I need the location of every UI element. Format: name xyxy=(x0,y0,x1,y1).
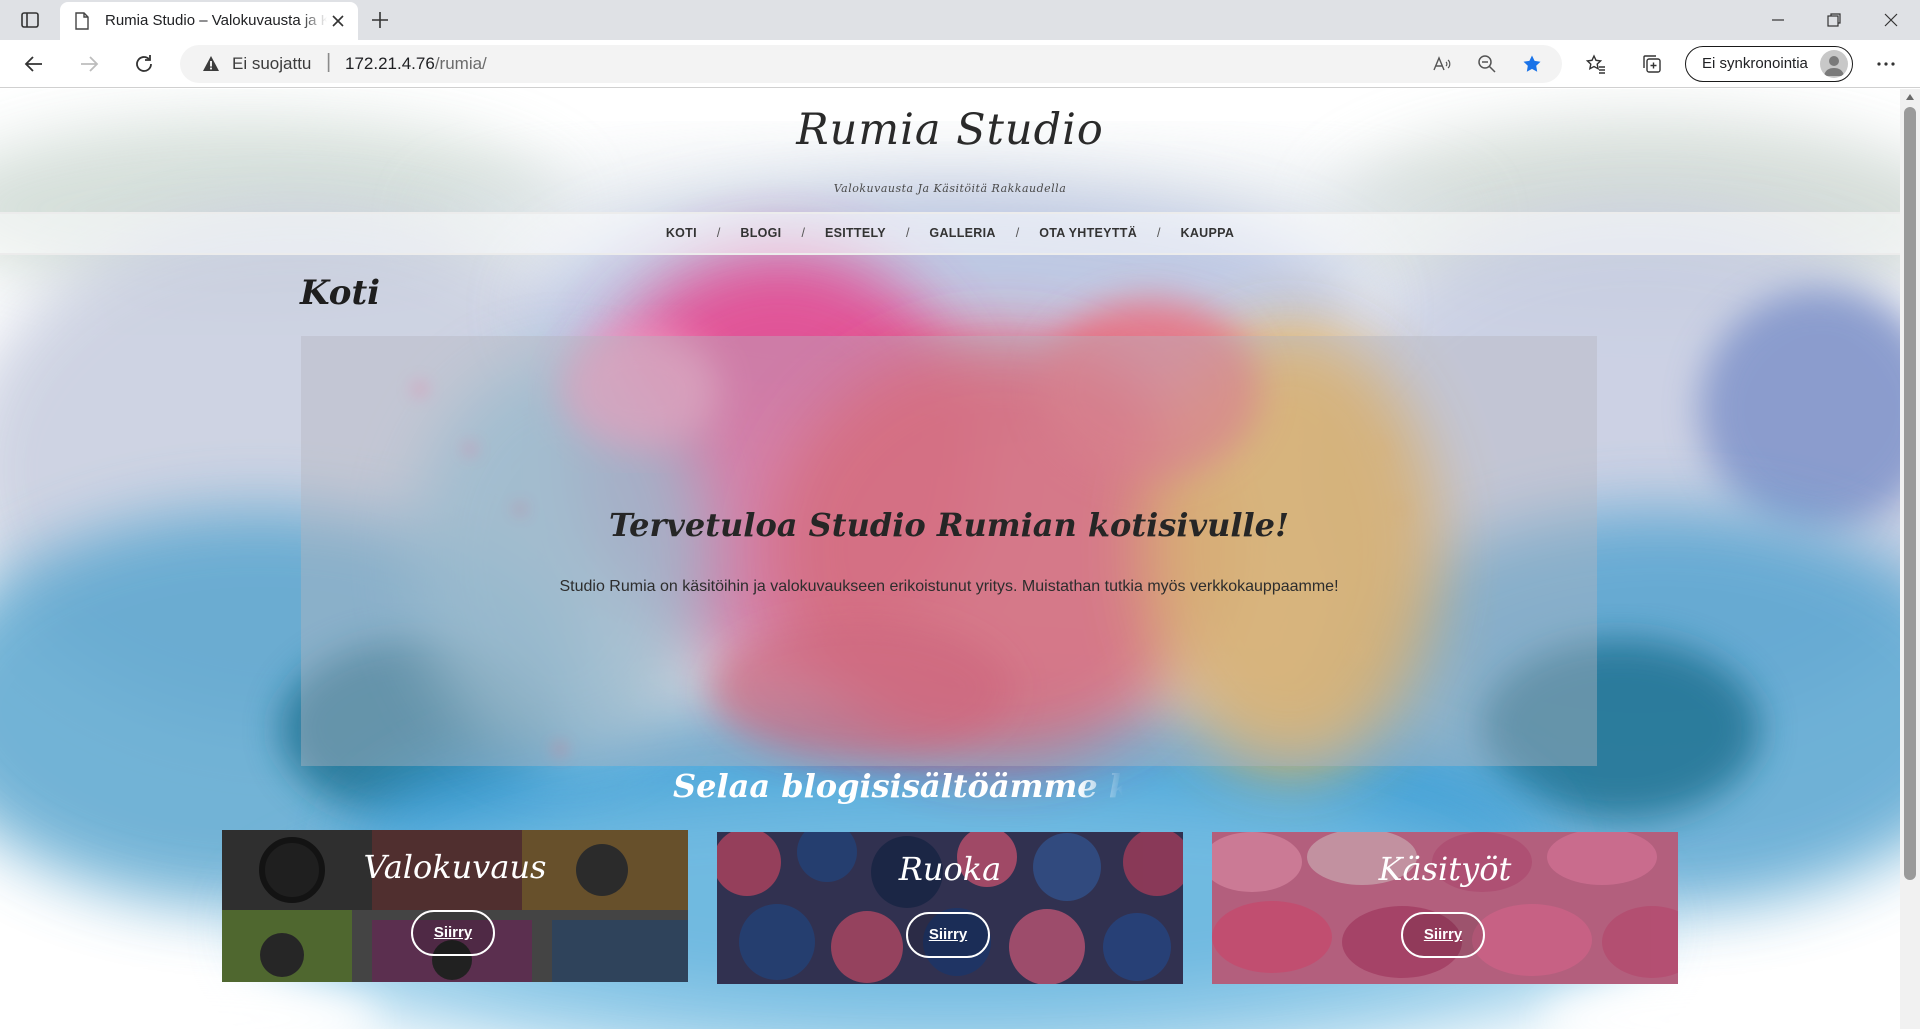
category-title: Ruoka xyxy=(898,850,1002,888)
collections-icon[interactable] xyxy=(1640,52,1664,76)
url-path: /rumia/ xyxy=(434,54,487,73)
hero-text: Studio Rumia on käsitöihin ja valokuvauk… xyxy=(559,578,1339,595)
read-aloud-icon[interactable] xyxy=(1432,54,1452,74)
site-title[interactable]: Rumia Studio xyxy=(0,105,1900,155)
siirry-button[interactable]: Siirry xyxy=(1401,912,1485,958)
tab-bar: Rumia Studio – Valokuvausta ja Käsitöitä… xyxy=(0,0,1920,40)
categories-heading: Selaa blogisisältöämme kategorioittain xyxy=(673,767,1123,805)
nav-separator: / xyxy=(801,226,805,240)
nav-item-galleria[interactable]: GALLERIA xyxy=(929,226,995,240)
security-label: Ei suojattu xyxy=(232,54,312,73)
back-icon[interactable] xyxy=(22,52,46,76)
new-tab-icon[interactable] xyxy=(370,10,390,30)
nav-item-koti[interactable]: KOTI xyxy=(666,226,697,240)
address-bar[interactable]: Ei suojattu | 172.21.4.76/rumia/ xyxy=(180,45,1562,83)
nav-separator: / xyxy=(716,226,721,240)
profile-avatar-icon xyxy=(1820,50,1848,78)
category-title: Käsityöt xyxy=(1378,850,1512,888)
restore-icon[interactable] xyxy=(1824,10,1844,30)
siirry-button[interactable]: Siirry xyxy=(906,912,990,958)
page-title: Koti xyxy=(300,273,381,313)
favorites-icon[interactable] xyxy=(1584,52,1608,76)
minimize-icon[interactable] xyxy=(1768,10,1788,30)
page-icon xyxy=(75,12,89,30)
close-icon[interactable] xyxy=(330,13,346,29)
category-card-ruoka[interactable]: Ruoka Siirry xyxy=(717,832,1183,984)
hero-title: Tervetuloa Studio Rumian kotisivulle! xyxy=(608,506,1290,544)
category-card-valokuvaus[interactable]: Valokuvaus Siirry xyxy=(222,830,688,982)
main-navigation: KOTI / BLOGI / ESITTELY / GALLERIA / OTA YHTEYTT… xyxy=(0,212,1900,255)
siirry-button[interactable]: Siirry xyxy=(411,910,495,956)
web-page: Rumia Studio Valokuvausta Ja Käsitöitä R… xyxy=(0,89,1920,1029)
favorite-star-icon[interactable] xyxy=(1522,54,1542,74)
more-icon[interactable] xyxy=(1874,52,1898,76)
nav-separator: / xyxy=(1015,226,1020,240)
tab-actions-icon[interactable] xyxy=(20,10,40,30)
hero-banner: Tervetuloa Studio Rumian kotisivulle! St… xyxy=(301,336,1597,766)
sync-button[interactable]: Ei synkronointia xyxy=(1685,46,1853,82)
window-close-icon[interactable] xyxy=(1881,10,1901,30)
warning-icon[interactable] xyxy=(202,55,220,73)
url-host: 172.21.4.76 xyxy=(345,54,435,73)
nav-item-esittely[interactable]: ESITTELY xyxy=(825,226,886,240)
page-scrollbar[interactable] xyxy=(1900,89,1920,1029)
forward-icon[interactable] xyxy=(77,52,101,76)
scrollbar-thumb[interactable] xyxy=(1904,107,1916,880)
url-text[interactable]: 172.21.4.76/rumia/ xyxy=(345,54,487,74)
tab-title: Rumia Studio – Valokuvausta ja Käsitöitä… xyxy=(105,12,327,29)
nav-item-blogi[interactable]: BLOGI xyxy=(740,226,781,240)
sync-label: Ei synkronointia xyxy=(1702,55,1808,72)
site-tagline: Valokuvausta Ja Käsitöitä Rakkaudella xyxy=(833,182,1067,195)
nav-separator: / xyxy=(905,226,910,240)
category-card-kasityot[interactable]: Käsityöt Siirry xyxy=(1212,832,1678,984)
scroll-up-arrow-icon[interactable] xyxy=(1905,93,1915,101)
refresh-icon[interactable] xyxy=(132,52,156,76)
zoom-out-icon[interactable] xyxy=(1477,54,1497,74)
category-title: Valokuvaus xyxy=(363,848,547,886)
browser-toolbar: Ei suojattu | 172.21.4.76/rumia/ Ei synk… xyxy=(0,40,1920,88)
active-tab[interactable]: Rumia Studio – Valokuvausta ja Käsitöitä… xyxy=(60,2,358,40)
nav-menu: KOTI / BLOGI / ESITTELY / GALLERIA / OTA YHTEYTT… xyxy=(0,226,1900,240)
address-separator: | xyxy=(326,51,332,73)
nav-item-kauppa[interactable]: KAUPPA xyxy=(1181,226,1235,240)
nav-item-ota-yhteytta[interactable]: OTA YHTEYTTÄ xyxy=(1039,226,1137,240)
nav-separator: / xyxy=(1157,226,1161,240)
